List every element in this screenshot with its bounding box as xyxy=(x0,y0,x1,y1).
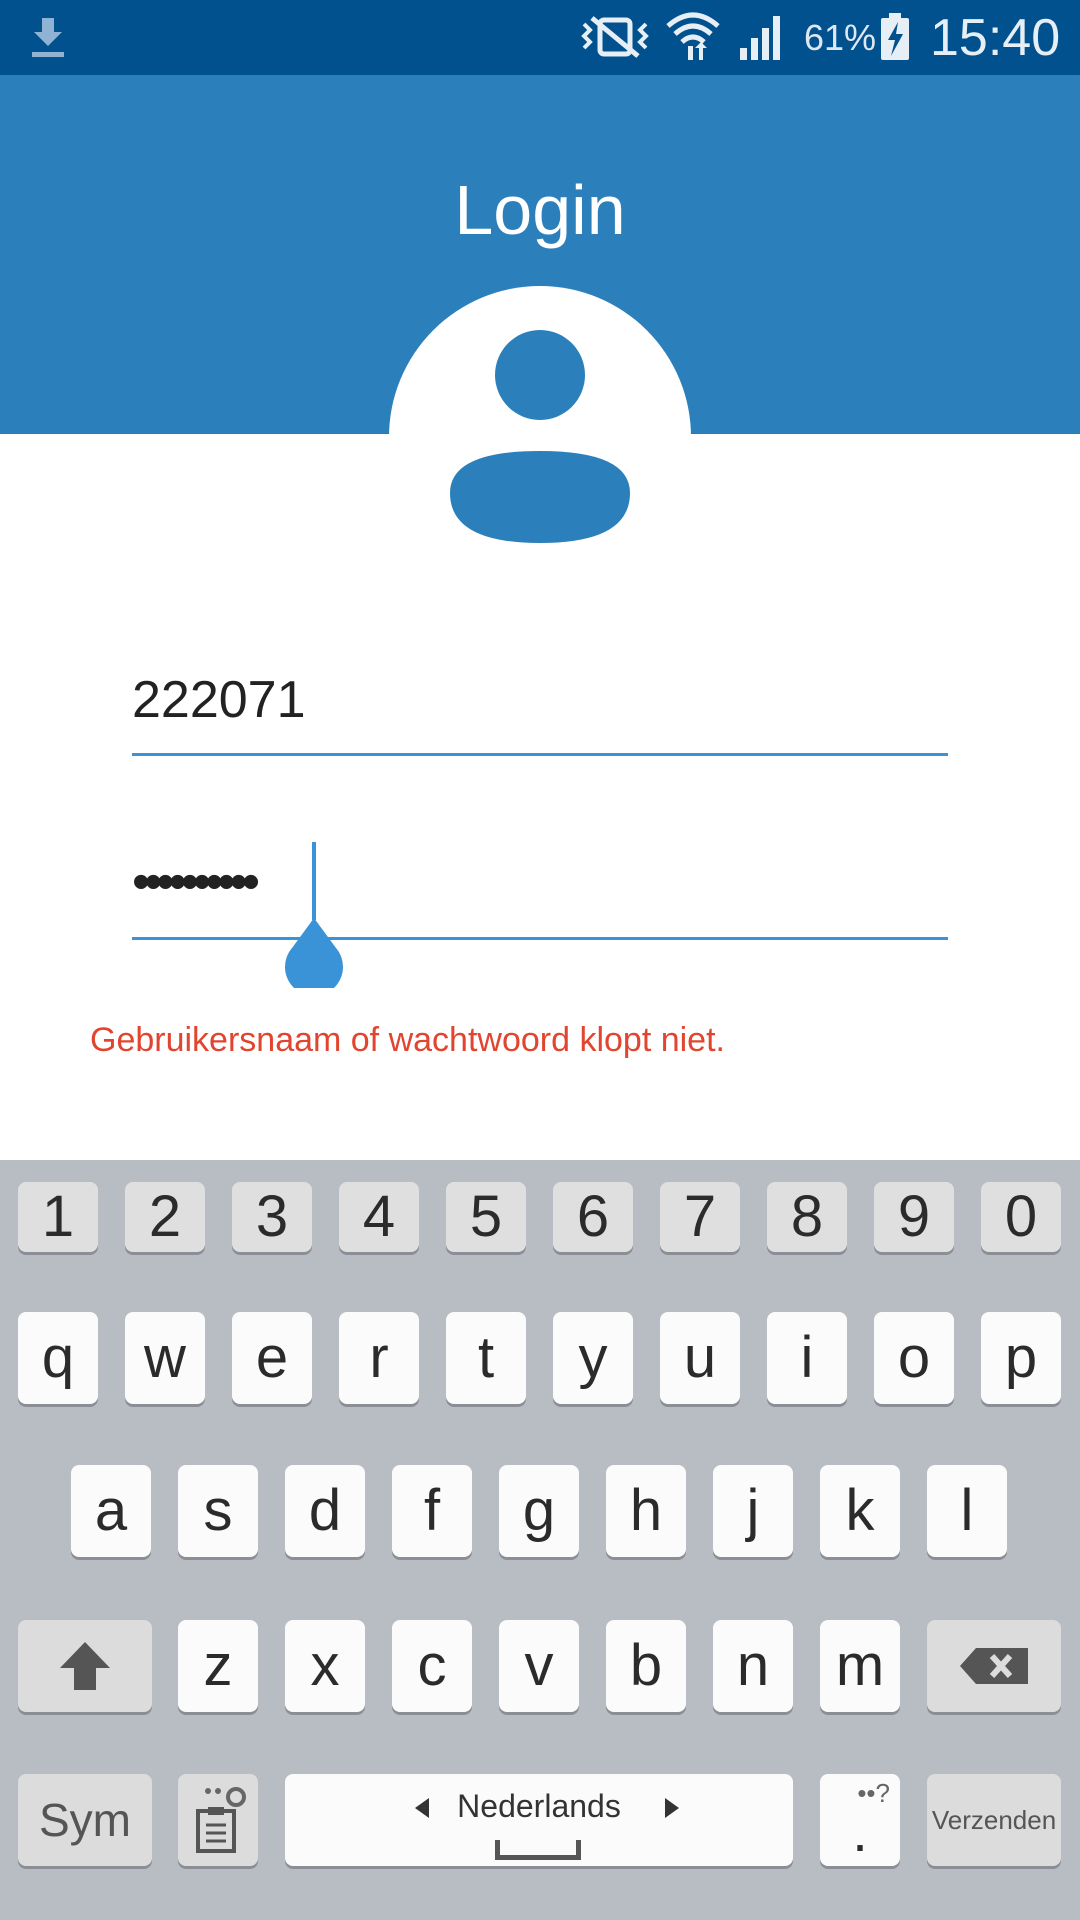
language-label: Nederlands xyxy=(457,1788,621,1824)
key-e[interactable]: e xyxy=(232,1312,312,1404)
key-z[interactable]: z xyxy=(178,1620,258,1712)
key-t[interactable]: t xyxy=(446,1312,526,1404)
status-bar: 61% 15:40 xyxy=(0,0,1080,75)
key-m[interactable]: m xyxy=(820,1620,900,1712)
key-3[interactable]: 3 xyxy=(232,1182,312,1252)
error-message: Gebruikersnaam of wachtwoord klopt niet. xyxy=(90,1021,725,1059)
key-4[interactable]: 4 xyxy=(339,1182,419,1252)
person-icon xyxy=(450,330,630,543)
key-v[interactable]: v xyxy=(499,1620,579,1712)
key-6[interactable]: 6 xyxy=(553,1182,633,1252)
send-key[interactable]: Verzenden xyxy=(927,1774,1061,1866)
username-value: 222071 xyxy=(132,671,306,729)
key-k[interactable]: k xyxy=(820,1465,900,1557)
key-l[interactable]: l xyxy=(927,1465,1007,1557)
key-8[interactable]: 8 xyxy=(767,1182,847,1252)
battery-percent: 61% xyxy=(804,17,877,58)
backspace-icon xyxy=(960,1648,1028,1684)
key-2[interactable]: 2 xyxy=(125,1182,205,1252)
key-x[interactable]: x xyxy=(285,1620,365,1712)
key-r[interactable]: r xyxy=(339,1312,419,1404)
password-underline xyxy=(132,937,948,940)
key-g[interactable]: g xyxy=(499,1465,579,1557)
vibrate-icon xyxy=(581,16,649,58)
clock: 15:40 xyxy=(930,9,1061,67)
text-cursor xyxy=(312,842,316,920)
key-y[interactable]: y xyxy=(553,1312,633,1404)
key-5[interactable]: 5 xyxy=(446,1182,526,1252)
shift-icon xyxy=(60,1642,110,1690)
username-field[interactable]: 222071 xyxy=(132,660,948,756)
key-c[interactable]: c xyxy=(392,1620,472,1712)
space-key[interactable]: Nederlands xyxy=(285,1774,793,1866)
shift-key[interactable] xyxy=(18,1620,152,1712)
page-title: Login xyxy=(454,171,626,249)
language-next-icon xyxy=(665,1798,679,1818)
battery-charging-icon xyxy=(881,13,909,60)
key-w[interactable]: w xyxy=(125,1312,205,1404)
key-s[interactable]: s xyxy=(178,1465,258,1557)
wifi-icon xyxy=(666,12,720,60)
key-b[interactable]: b xyxy=(606,1620,686,1712)
key-o[interactable]: o xyxy=(874,1312,954,1404)
key-9[interactable]: 9 xyxy=(874,1182,954,1252)
key-j[interactable]: j xyxy=(713,1465,793,1557)
password-field[interactable]: •••••••••• xyxy=(132,840,948,988)
space-icon xyxy=(495,1840,581,1860)
key-h[interactable]: h xyxy=(606,1465,686,1557)
key-d[interactable]: d xyxy=(285,1465,365,1557)
password-value: •••••••••• xyxy=(132,853,260,911)
period-key[interactable]: ••? . xyxy=(820,1774,900,1866)
download-icon xyxy=(32,18,64,57)
key-u[interactable]: u xyxy=(660,1312,740,1404)
key-q[interactable]: q xyxy=(18,1312,98,1404)
clipboard-settings-key[interactable] xyxy=(178,1774,258,1866)
signal-icon xyxy=(740,16,780,60)
clipboard-settings-icon xyxy=(196,1787,246,1853)
key-7[interactable]: 7 xyxy=(660,1182,740,1252)
key-f[interactable]: f xyxy=(392,1465,472,1557)
key-p[interactable]: p xyxy=(981,1312,1061,1404)
username-underline xyxy=(132,753,948,756)
backspace-key[interactable] xyxy=(927,1620,1061,1712)
cursor-handle[interactable] xyxy=(282,918,346,988)
key-i[interactable]: i xyxy=(767,1312,847,1404)
key-0[interactable]: 0 xyxy=(981,1182,1061,1252)
key-a[interactable]: a xyxy=(71,1465,151,1557)
key-1[interactable]: 1 xyxy=(18,1182,98,1252)
sym-key[interactable]: Sym xyxy=(18,1774,152,1866)
key-n[interactable]: n xyxy=(713,1620,793,1712)
keyboard: 1 2 3 4 5 6 7 8 9 0 q w e r t y u i o p … xyxy=(0,1160,1080,1920)
